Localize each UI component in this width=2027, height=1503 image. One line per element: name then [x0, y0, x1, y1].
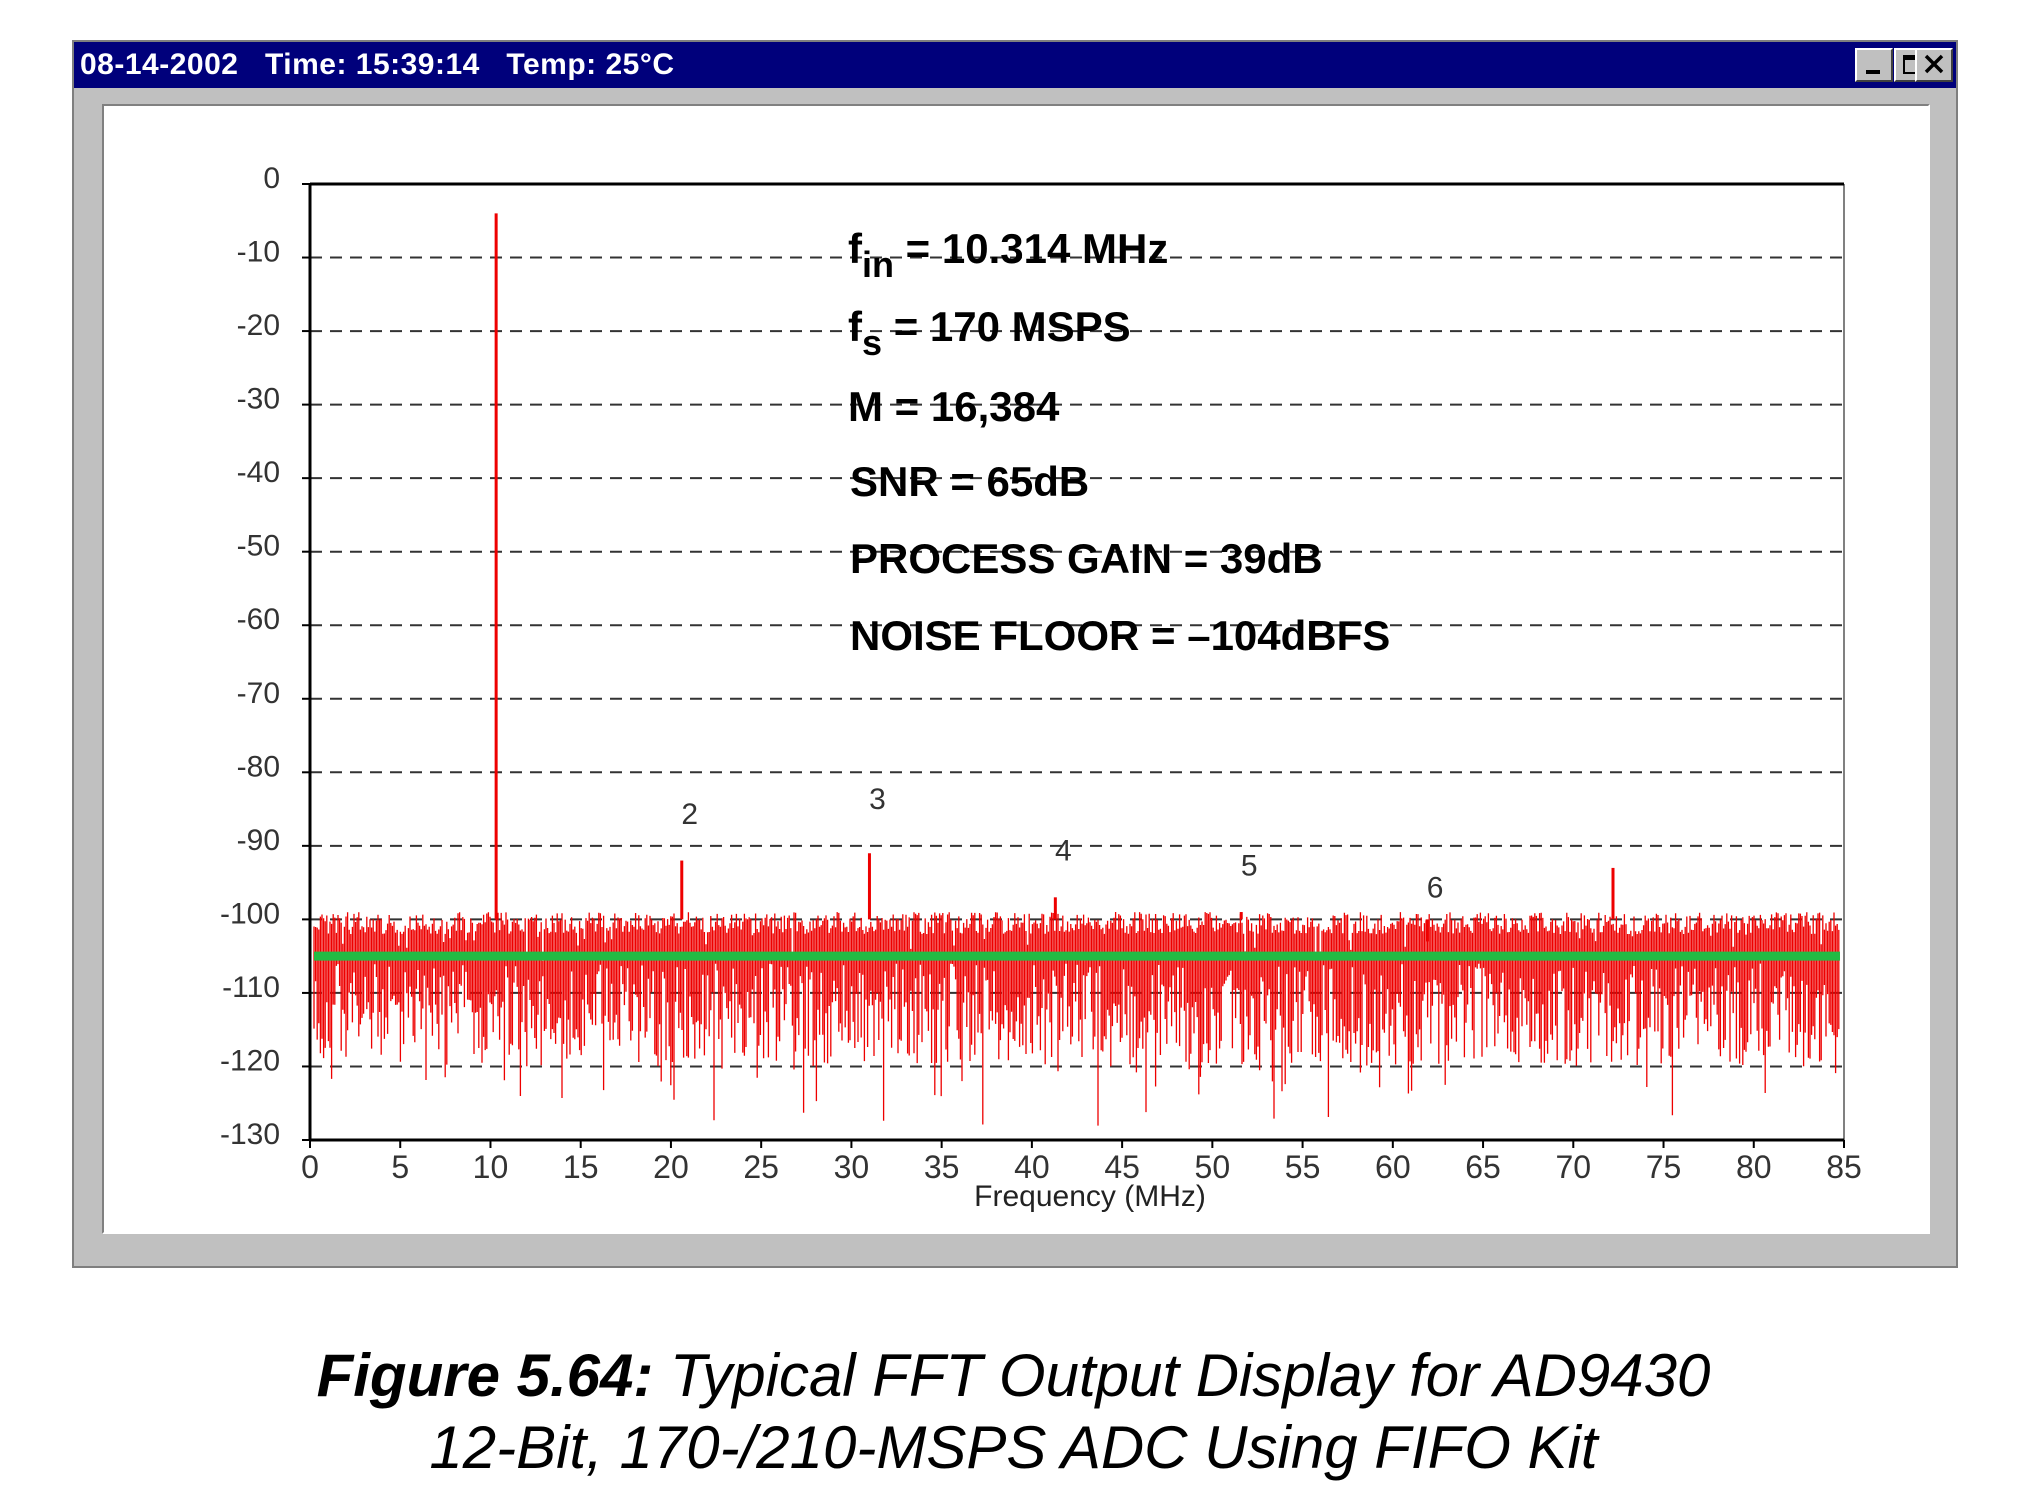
y-tick-label: -120	[220, 1044, 280, 1077]
annotation-process-gain: PROCESS GAIN = 39dB	[850, 535, 1323, 582]
caption-line-2: 12-Bit, 170-/210-MSPS ADC Using FIFO Kit	[429, 1414, 1598, 1481]
fft-window: 08-14-2002 Time: 15:39:14 Temp: 25°C 0 -1…	[72, 40, 1958, 1268]
title-bar[interactable]: 08-14-2002 Time: 15:39:14 Temp: 25°C	[74, 42, 1956, 88]
x-tick-label: 5	[391, 1149, 409, 1185]
y-tick-label: -10	[237, 236, 280, 269]
x-tick-label: 0	[301, 1149, 319, 1185]
window-title: 08-14-2002 Time: 15:39:14 Temp: 25°C	[80, 48, 675, 81]
x-tick-label: 30	[834, 1149, 870, 1185]
annotation-snr: SNR = 65dB	[850, 458, 1089, 505]
y-tick-label: -40	[237, 456, 280, 489]
x-axis-label: Frequency (MHz)	[974, 1180, 1206, 1213]
x-tick-labels: 0 5 10 15 20 25 30 35 40 45 50 55 60 65 70 75 80 85	[301, 1140, 1862, 1185]
y-tick-label: -60	[237, 603, 280, 636]
y-tick-label: -20	[237, 309, 280, 342]
harmonic-label: 5	[1241, 849, 1258, 882]
harmonic-label: 6	[1427, 871, 1444, 904]
figure-caption: Figure 5.64: Typical FFT Output Display …	[0, 1340, 2027, 1484]
y-tick-label: -70	[237, 677, 280, 710]
x-tick-label: 25	[743, 1149, 779, 1185]
x-tick-label: 15	[563, 1149, 599, 1185]
x-tick-label: 10	[473, 1149, 509, 1185]
noise-floor-band	[313, 912, 1840, 1126]
x-tick-label: 80	[1736, 1149, 1772, 1185]
fft-chart: 0 -10 -20 -30 -40 -50 -60 -70 -80 -90 -100 -110 -120…	[220, 162, 1862, 1213]
x-tick-label: 60	[1375, 1149, 1411, 1185]
x-tick-label: 35	[924, 1149, 960, 1185]
annotation-fs: fs = 170 MSPS	[848, 303, 1131, 363]
annotation-m: M = 16,384	[848, 383, 1060, 430]
minimize-button[interactable]	[1855, 48, 1893, 82]
x-tick-label: 65	[1465, 1149, 1501, 1185]
y-tick-label: 0	[263, 162, 280, 195]
x-tick-label: 70	[1555, 1149, 1591, 1185]
annotation-fin: fin = 10.314 MHz	[848, 225, 1168, 285]
y-tick-label: -110	[222, 971, 280, 1004]
close-button[interactable]	[1915, 48, 1953, 82]
y-tick-labels: 0 -10 -20 -30 -40 -50 -60 -70 -80 -90 -100 -110 -120…	[220, 162, 310, 1151]
x-tick-label: 85	[1826, 1149, 1862, 1185]
y-tick-label: -90	[237, 824, 280, 857]
noise-floor-trace	[313, 912, 1840, 1126]
minimize-icon	[1866, 70, 1880, 74]
close-icon	[1924, 54, 1944, 74]
chart-panel: 0 -10 -20 -30 -40 -50 -60 -70 -80 -90 -100 -110 -120…	[102, 104, 1930, 1234]
x-tick-label: 55	[1285, 1149, 1321, 1185]
caption-line-1: Figure 5.64: Typical FFT Output Display …	[316, 1342, 1711, 1409]
harmonic-labels: 2 3 4 5 6	[681, 783, 1443, 904]
harmonic-label: 3	[869, 783, 886, 816]
caption-label: Figure 5.64:	[316, 1342, 654, 1409]
harmonic-label: 2	[681, 798, 698, 831]
y-tick-label: -50	[237, 530, 280, 563]
annotation-block: fin = 10.314 MHz fs = 170 MSPS M = 16,38…	[848, 225, 1390, 659]
y-tick-label: -80	[237, 750, 280, 783]
x-tick-label: 20	[653, 1149, 689, 1185]
annotation-noise-floor: NOISE FLOOR = –104dBFS	[850, 612, 1390, 659]
y-tick-label: -30	[237, 383, 280, 416]
harmonic-label: 4	[1055, 835, 1072, 868]
x-tick-label: 75	[1646, 1149, 1682, 1185]
y-tick-label: -100	[220, 897, 280, 930]
y-tick-label: -130	[220, 1118, 280, 1151]
